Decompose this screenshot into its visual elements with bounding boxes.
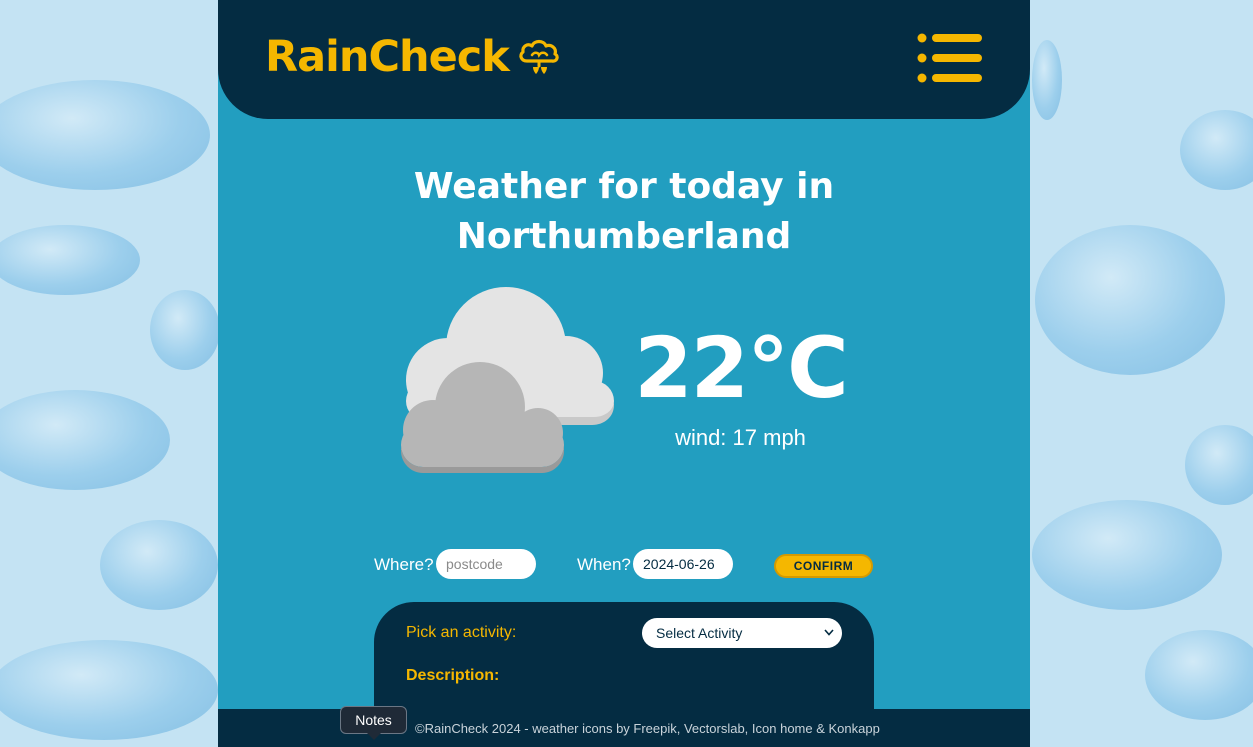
menu-button[interactable] [917,33,983,83]
brand-logo[interactable]: RainCheck [265,28,561,86]
brand-name: RainCheck [265,32,510,82]
activity-select[interactable]: Select Activity [642,618,842,648]
partly-cloudy-icon [401,287,614,473]
background-cloud [1032,40,1062,120]
hamburger-menu-icon [917,33,982,83]
pick-activity-label: Pick an activity: [406,624,517,641]
chevron-down-icon [824,629,834,636]
site-header: RainCheck [218,0,1030,119]
title-location: Northumberland [456,216,792,257]
background-cloud [1185,425,1253,505]
background-cloud [100,520,218,610]
background-cloud [1032,500,1222,610]
background-cloud [0,225,140,295]
title-line-1: Weather for today in [413,166,835,207]
background-cloud [1180,110,1253,190]
background-cloud [0,390,170,490]
description-label: Description: [406,667,500,684]
cloud-rain-icon [519,39,559,74]
app-container: RainCheck Weather for today in Northumbe… [218,0,1030,747]
footer-credits: ©RainCheck 2024 - weather icons by Freep… [415,721,880,736]
when-label: When? [577,555,631,574]
background-cloud [0,80,210,190]
activity-select-value: Select Activity [656,625,743,641]
background-cloud [1145,630,1253,720]
wind-speed: wind: 17 mph [675,425,806,450]
page-title: Weather for today in Northumberland [218,162,1030,262]
confirm-button[interactable]: CONFIRM [774,554,873,578]
where-label: Where? [374,555,434,574]
notes-tooltip[interactable]: Notes [340,706,407,734]
notes-tooltip-arrow [367,733,381,740]
date-input[interactable] [633,549,733,579]
background-cloud [150,290,220,370]
background-cloud [1035,225,1225,375]
background-cloud [0,640,218,740]
postcode-input[interactable] [436,549,536,579]
temperature-value: 22°C [634,319,849,417]
